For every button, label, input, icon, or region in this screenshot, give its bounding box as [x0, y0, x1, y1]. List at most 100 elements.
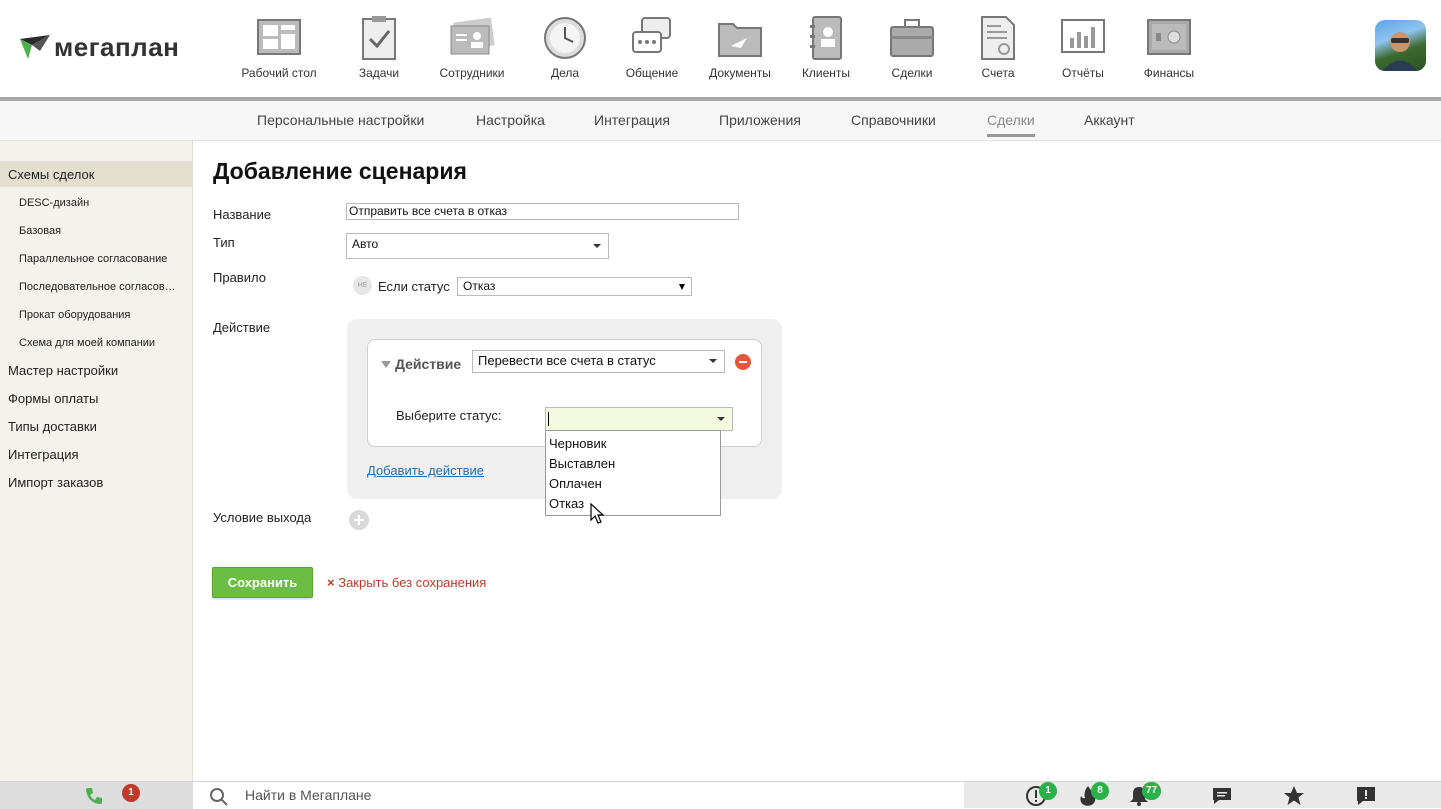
chevron-down-icon	[709, 359, 717, 363]
phone-icon[interactable]	[84, 786, 104, 806]
sidebar-subitem[interactable]: Базовая	[19, 225, 181, 237]
chevron-down-icon	[717, 417, 725, 421]
choose-status-label: Выберите статус:	[396, 408, 502, 423]
phone-badge: 1	[122, 784, 140, 802]
nav-label: Документы	[709, 66, 771, 80]
invoice-icon	[974, 14, 1022, 62]
nav-label: Финансы	[1143, 66, 1195, 80]
subnav-apps[interactable]: Приложения	[719, 112, 801, 128]
sidebar-subitem[interactable]: DESC-дизайн	[19, 197, 181, 209]
nav-label: Задачи	[358, 66, 400, 80]
sidebar: Схемы сделок DESC-дизайн Базовая Паралле…	[0, 141, 193, 781]
sidebar-subitem[interactable]: Схема для моей компании	[19, 337, 181, 349]
if-status-select[interactable]: Отказ	[457, 277, 692, 296]
rule-label: Правило	[213, 270, 266, 285]
if-status-value: Отказ	[463, 279, 496, 293]
subnav-integration[interactable]: Интеграция	[594, 112, 670, 128]
remove-action-button[interactable]	[735, 354, 751, 370]
status-option-refused[interactable]: Отказ	[549, 496, 584, 511]
close-without-save-link[interactable]: × Закрыть без сохранения	[327, 575, 486, 590]
name-label: Название	[213, 207, 272, 222]
status-option-draft[interactable]: Черновик	[549, 436, 606, 451]
chevron-down-icon	[593, 244, 601, 248]
sidebar-item-setup-wizard[interactable]: Мастер настройки	[8, 363, 118, 378]
nav-label: Клиенты	[801, 66, 851, 80]
action-type-value: Перевести все счета в статус	[478, 353, 656, 368]
sidebar-item-import-orders[interactable]: Импорт заказов	[8, 475, 103, 490]
notifications-badge: 77	[1142, 782, 1162, 800]
search-icon[interactable]	[209, 787, 229, 807]
status-option-issued[interactable]: Выставлен	[549, 456, 615, 471]
main-nav: Рабочий стол Задачи Сотрудники Дела Обще…	[226, 14, 1208, 80]
reports-icon	[1059, 14, 1107, 62]
feedback-icon[interactable]	[1355, 785, 1377, 807]
negate-toggle[interactable]: НЕ	[353, 276, 372, 295]
add-action-link[interactable]: Добавить действие	[367, 463, 484, 478]
close-without-save-label: Закрыть без сохранения	[338, 575, 487, 590]
if-status-label: Если статус	[378, 279, 450, 294]
avatar[interactable]	[1375, 20, 1426, 71]
subnav-deals[interactable]: Сделки	[987, 112, 1035, 137]
nav-label: Общение	[625, 66, 679, 80]
sidebar-subitem[interactable]: Последовательное согласование	[19, 281, 181, 293]
exit-condition-label: Условие выхода	[213, 510, 312, 525]
type-select[interactable]: Авто	[346, 233, 609, 259]
sidebar-item-delivery-types[interactable]: Типы доставки	[8, 419, 97, 434]
star-icon[interactable]	[1283, 785, 1305, 807]
sidebar-item-payment-forms[interactable]: Формы оплаты	[8, 391, 98, 406]
safe-icon	[1145, 14, 1193, 62]
nav-invoices[interactable]: Счета	[960, 14, 1036, 80]
nav-finance[interactable]: Финансы	[1130, 14, 1208, 80]
sidebar-item-deal-schemes[interactable]: Схемы сделок	[8, 167, 94, 182]
save-button[interactable]: Сохранить	[212, 567, 313, 598]
settings-subnav: Персональные настройки Настройка Интегра…	[0, 101, 1441, 141]
subnav-directories[interactable]: Справочники	[851, 112, 936, 128]
logo-icon	[20, 34, 50, 59]
subnav-personal-settings[interactable]: Персональные настройки	[257, 112, 424, 128]
mouse-cursor-icon	[590, 503, 605, 524]
status-option-paid[interactable]: Оплачен	[549, 476, 602, 491]
sidebar-subitem[interactable]: Прокат оборудования	[19, 309, 181, 321]
name-field[interactable]: Отправить все счета в отказ	[346, 203, 739, 220]
nav-label: Отчёты	[1062, 66, 1104, 80]
sidebar-item-integration[interactable]: Интеграция	[8, 447, 79, 462]
desktop-icon	[255, 14, 303, 62]
top-header: мегаплан Рабочий стол Задачи Сотрудники …	[0, 0, 1441, 97]
logo[interactable]: мегаплан	[18, 32, 179, 63]
nav-tasks[interactable]: Задачи	[332, 14, 426, 80]
tasks-icon	[355, 14, 403, 62]
chat-icon	[628, 14, 676, 62]
hot-badge: 8	[1091, 782, 1109, 800]
subnav-setup[interactable]: Настройка	[476, 112, 545, 128]
nav-employees[interactable]: Сотрудники	[426, 14, 518, 80]
sidebar-subitem[interactable]: Параллельное согласование	[19, 253, 181, 265]
close-icon: ×	[327, 575, 335, 590]
nav-label: Счета	[981, 66, 1015, 80]
nav-deals[interactable]: Сделки	[864, 14, 960, 80]
clock-icon	[541, 14, 589, 62]
nav-clients[interactable]: Клиенты	[788, 14, 864, 80]
action-type-select[interactable]: Перевести все счета в статус	[472, 350, 725, 373]
action-heading: Действие	[395, 356, 462, 372]
contacts-icon	[802, 14, 850, 62]
briefcase-icon	[888, 14, 936, 62]
nav-desktop[interactable]: Рабочий стол	[226, 14, 332, 80]
nav-reports[interactable]: Отчёты	[1036, 14, 1130, 80]
nav-documents[interactable]: Документы	[692, 14, 788, 80]
alerts-badge: 1	[1039, 782, 1057, 800]
action-label: Действие	[213, 320, 271, 335]
add-exit-condition-button[interactable]	[349, 510, 369, 530]
collapse-arrow-icon[interactable]	[381, 361, 391, 368]
employees-icon	[448, 14, 496, 62]
folder-icon	[716, 14, 764, 62]
choose-status-select[interactable]	[545, 407, 733, 431]
nav-communication[interactable]: Общение	[612, 14, 692, 80]
search-input[interactable]: Найти в Мегаплане	[245, 787, 371, 803]
type-select-value: Авто	[352, 237, 379, 251]
nav-label: Дела	[550, 66, 580, 80]
nav-affairs[interactable]: Дела	[518, 14, 612, 80]
subnav-account[interactable]: Аккаунт	[1084, 112, 1135, 128]
type-label: Тип	[213, 235, 235, 250]
messages-icon[interactable]	[1211, 785, 1233, 807]
nav-label: Сотрудники	[439, 66, 505, 80]
